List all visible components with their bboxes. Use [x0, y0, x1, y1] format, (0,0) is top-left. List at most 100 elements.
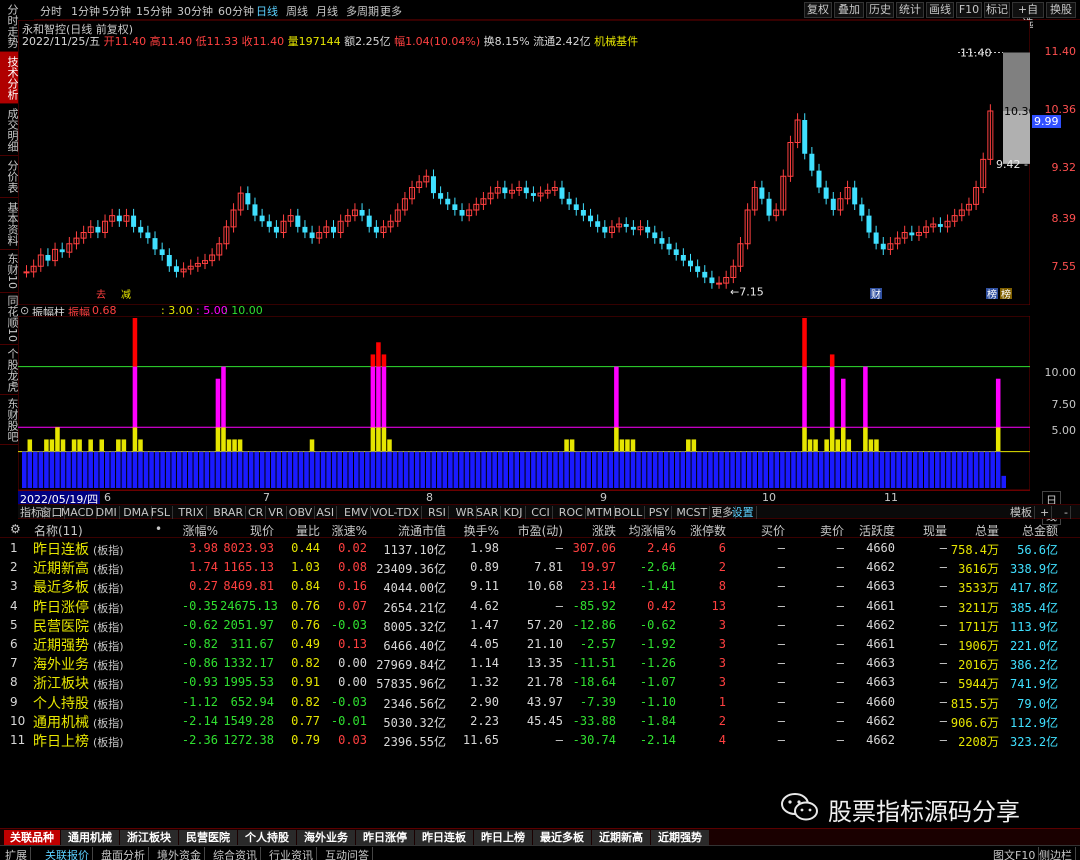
- toolbar-button-3[interactable]: 统计: [896, 2, 924, 18]
- row-name[interactable]: 昨日上榜: [33, 731, 89, 751]
- row-name[interactable]: 浙江板块: [33, 673, 89, 693]
- indicator-tab-19[interactable]: ROC: [557, 506, 586, 519]
- indicator-tab-14[interactable]: RSI: [426, 506, 449, 519]
- status-item-2[interactable]: 盘面分析: [98, 847, 149, 860]
- row-name[interactable]: 通用机械: [33, 712, 89, 732]
- status-item-6[interactable]: 互动问答: [322, 847, 373, 860]
- side-tab-8[interactable]: 东财股吧: [0, 395, 19, 445]
- bottom-tab-2[interactable]: 浙江板块: [120, 830, 178, 845]
- side-tab-4[interactable]: 基本资料: [0, 198, 19, 250]
- toolbar-button-1[interactable]: 叠加: [834, 2, 864, 18]
- col-change[interactable]: 涨幅%: [170, 522, 218, 539]
- toolbar-button-5[interactable]: F10: [956, 2, 982, 18]
- indicator-tab-6[interactable]: TRIX: [176, 506, 207, 519]
- table-row[interactable]: 9 个人持股 (板指) -1.12 652.94 0.82 -0.03 2346.56亿 2.9…: [0, 693, 1080, 712]
- toolbar-button-7[interactable]: +自选: [1012, 2, 1044, 30]
- table-row[interactable]: 4 昨日涨停 (板指) -0.35 24675.13 0.76 0.07 2654.21亿 4.…: [0, 597, 1080, 616]
- col-cur-vol[interactable]: 现量: [915, 522, 947, 539]
- col-activity[interactable]: 活跃度: [855, 522, 895, 539]
- indicator-tab-11[interactable]: ASI: [314, 506, 338, 519]
- col-amount[interactable]: 总金额: [1010, 522, 1058, 539]
- col-avg-change[interactable]: 均涨幅%: [620, 522, 676, 539]
- indicator-tab-right-2[interactable]: -: [1062, 506, 1071, 519]
- period-5[interactable]: 60分钟: [218, 3, 254, 19]
- toolbar-button-2[interactable]: 历史: [866, 2, 894, 18]
- indicator-tab-12[interactable]: EMV: [342, 506, 371, 519]
- period-6[interactable]: 日线: [256, 3, 278, 19]
- status-item-5[interactable]: 行业资讯: [266, 847, 317, 860]
- indicator-tab-22[interactable]: PSY: [647, 506, 673, 519]
- side-tab-2[interactable]: 成交明细: [0, 104, 19, 156]
- status-right-1[interactable]: 侧边栏: [1036, 847, 1076, 860]
- indicator-tab-23[interactable]: MCST: [674, 506, 711, 519]
- indicator-tab-10[interactable]: OBV: [287, 506, 316, 519]
- bottom-tab-9[interactable]: 最近多板: [533, 830, 591, 845]
- indicator-tab-20[interactable]: MTM: [584, 506, 616, 519]
- period-3[interactable]: 15分钟: [136, 3, 172, 19]
- indicator-tab-right-0[interactable]: 模板: [1008, 506, 1035, 519]
- toolbar-button-4[interactable]: 画线: [926, 2, 954, 18]
- status-item-1[interactable]: 关联报价: [42, 847, 93, 860]
- bottom-tab-11[interactable]: 近期强势: [651, 830, 709, 845]
- table-row[interactable]: 7 海外业务 (板指) -0.86 1332.17 0.82 0.00 27969.84亿 1.…: [0, 654, 1080, 673]
- status-item-0[interactable]: 扩展: [2, 847, 31, 860]
- indicator-tab-7[interactable]: BRAR: [211, 506, 247, 519]
- row-name[interactable]: 海外业务: [33, 654, 89, 674]
- table-row[interactable]: 2 近期新高 (板指) 1.74 1165.13 1.03 0.08 23409.36亿 0.8…: [0, 558, 1080, 577]
- side-tab-6[interactable]: 同花顺10: [0, 293, 19, 345]
- col-vol-ratio[interactable]: 量比: [280, 522, 320, 539]
- row-name[interactable]: 近期强势: [33, 635, 89, 655]
- indicator-tab-5[interactable]: FSL: [149, 506, 174, 519]
- row-name[interactable]: 民营医院: [33, 616, 89, 636]
- indicator-tab-4[interactable]: DMA: [121, 506, 152, 519]
- quote-sector[interactable]: 机械基件: [594, 35, 638, 48]
- bottom-tab-7[interactable]: 昨日连板: [415, 830, 473, 845]
- period-9[interactable]: 多周期: [346, 3, 379, 19]
- indicator-tab-16[interactable]: SAR: [474, 506, 502, 519]
- side-tab-3[interactable]: 分价表: [0, 156, 19, 198]
- table-row[interactable]: 11 昨日上榜 (板指) -2.36 1272.38 0.79 0.03 2396.55亿 11…: [0, 731, 1080, 750]
- col-limit-up[interactable]: 涨停数: [680, 522, 726, 539]
- period-2[interactable]: 5分钟: [102, 3, 131, 19]
- bottom-tab-1[interactable]: 通用机械: [61, 830, 119, 845]
- table-row[interactable]: 5 民营医院 (板指) -0.62 2051.97 0.76 -0.03 8005.32亿 1.…: [0, 616, 1080, 635]
- indicator-tab-right-1[interactable]: +: [1038, 506, 1053, 519]
- col-pe[interactable]: 市盈(动): [505, 522, 563, 539]
- side-tab-5[interactable]: 东财10: [0, 250, 19, 293]
- period-7[interactable]: 周线: [286, 3, 308, 19]
- table-row[interactable]: 8 浙江板块 (板指) -0.93 1995.53 0.91 0.00 57835.96亿 1.…: [0, 673, 1080, 692]
- side-tab-0[interactable]: 分时走势: [0, 0, 19, 52]
- period-4[interactable]: 30分钟: [177, 3, 213, 19]
- col-total-vol[interactable]: 总量: [965, 522, 999, 539]
- toolbar-button-8[interactable]: 换股: [1046, 2, 1076, 18]
- bottom-tab-6[interactable]: 昨日涨停: [356, 830, 414, 845]
- toolbar-button-6[interactable]: 标记: [984, 2, 1010, 18]
- indicator-tab-3[interactable]: DMI: [94, 506, 120, 519]
- status-right-0[interactable]: 图文F10: [990, 847, 1040, 860]
- toolbar-button-0[interactable]: 复权: [804, 2, 832, 18]
- row-name[interactable]: 近期新高: [33, 558, 89, 578]
- period-8[interactable]: 月线: [316, 3, 338, 19]
- side-tab-7[interactable]: 个股龙虎: [0, 345, 19, 395]
- bottom-tab-10[interactable]: 近期新高: [592, 830, 650, 845]
- col-diff[interactable]: 涨跌: [580, 522, 616, 539]
- table-row[interactable]: 6 近期强势 (板指) -0.82 311.67 0.49 0.13 6466.40亿 4.05…: [0, 635, 1080, 654]
- bottom-tab-8[interactable]: 昨日上榜: [474, 830, 532, 845]
- bottom-tab-3[interactable]: 民营医院: [179, 830, 237, 845]
- indicator-tab-13[interactable]: VOL-TDX: [370, 506, 423, 519]
- indicator-tab-25[interactable]: 设置: [730, 506, 757, 519]
- settings-gear-icon[interactable]: ⚙: [10, 522, 21, 536]
- bottom-tab-0[interactable]: 关联品种: [4, 830, 60, 845]
- side-tab-1[interactable]: 技术分析: [0, 52, 19, 104]
- indicator-tab-21[interactable]: BOLL: [612, 506, 646, 519]
- indicator-tab-9[interactable]: VR: [266, 506, 287, 519]
- indicator-tab-17[interactable]: KDJ: [502, 506, 526, 519]
- period-0[interactable]: 分时: [40, 3, 62, 19]
- table-row[interactable]: 10 通用机械 (板指) -2.14 1549.28 0.77 -0.01 5030.32亿 2…: [0, 712, 1080, 731]
- status-item-4[interactable]: 综合资讯: [210, 847, 261, 860]
- table-row[interactable]: 3 最近多板 (板指) 0.27 8469.81 0.84 0.16 4044.00亿 9.11…: [0, 577, 1080, 596]
- status-item-3[interactable]: 境外资金: [154, 847, 205, 860]
- col-name[interactable]: 名称(11): [34, 522, 83, 539]
- row-name[interactable]: 昨日连板: [33, 539, 89, 559]
- col-price[interactable]: 现价: [230, 522, 274, 539]
